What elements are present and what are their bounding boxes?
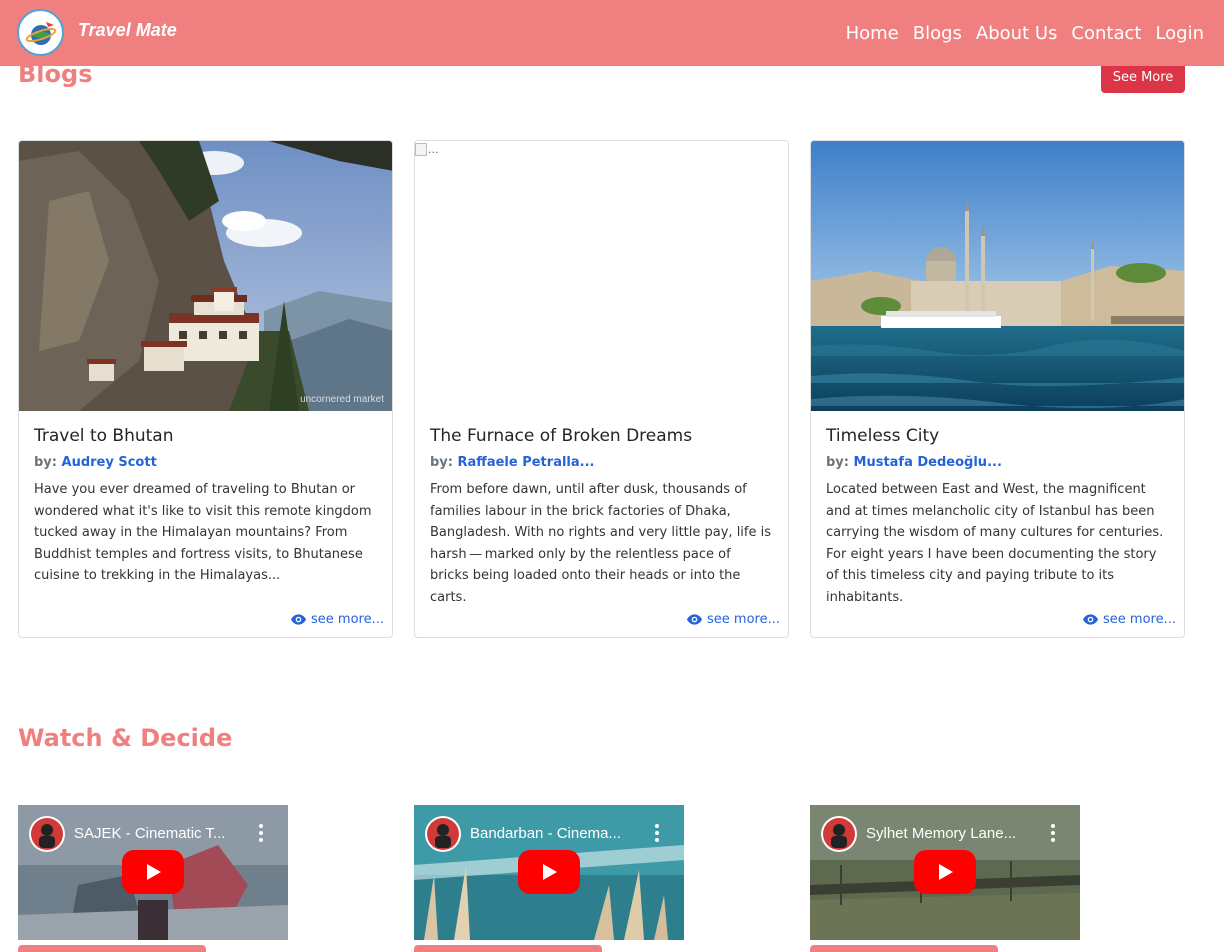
watch-heading: Watch & Decide [18,724,233,752]
broken-image-icon [415,143,427,156]
card-text: From before dawn, until after dusk, thou… [430,482,772,605]
author-prefix: by: [34,455,57,470]
video-embed-bandarban[interactable]: Bandarban - Cinema... [414,805,684,940]
nav-home[interactable]: Home [846,23,899,44]
author-link[interactable]: Raffaele Petralla... [458,455,595,470]
image-watermark: uncornered market [300,394,384,405]
nav-contact[interactable]: Contact [1071,23,1141,44]
see-more-button[interactable]: See More [1101,62,1185,93]
video-title[interactable]: Sylhet Memory Lane... [866,825,1041,842]
see-more-link[interactable]: see more... [687,612,780,627]
channel-avatar[interactable] [821,816,857,852]
youtube-play-icon[interactable] [122,850,184,894]
youtube-play-icon[interactable] [914,850,976,894]
nav-about-us[interactable]: About Us [976,23,1058,44]
kebab-menu-icon[interactable] [259,824,263,842]
channel-avatar[interactable] [29,816,65,852]
blog-card-furnace: ... The Furnace of Broken Dreams by: Raf… [414,140,789,638]
video-title[interactable]: Bandarban - Cinema... [470,825,645,842]
istanbul-image [811,141,1184,411]
card-author: by: Audrey Scott [34,455,377,470]
author-prefix: by: [826,455,849,470]
see-more-label[interactable]: see more... [1103,612,1176,627]
channel-avatar[interactable] [425,816,461,852]
image-alt-text: ... [428,143,439,156]
youtube-play-icon[interactable] [518,850,580,894]
video-action-button[interactable] [18,945,206,952]
video-action-button[interactable] [810,945,998,952]
video-embed-sylhet[interactable]: Sylhet Memory Lane... [810,805,1080,940]
card-text: Have you ever dreamed of traveling to Bh… [34,482,372,584]
card-author: by: Raffaele Petralla... [430,455,773,470]
card-title: The Furnace of Broken Dreams [430,426,693,446]
eye-icon [687,614,703,625]
blog-card-istanbul: Timeless City by: Mustafa Dedeoğlu... Lo… [810,140,1185,638]
nav-links: Home Blogs About Us Contact Login [846,0,1224,66]
nav-blogs[interactable]: Blogs [913,23,962,44]
video-embed-sajek[interactable]: SAJEK - Cinematic T... [18,805,288,940]
author-link[interactable]: Mustafa Dedeoğlu... [854,455,1002,470]
eye-icon [1083,614,1099,625]
card-author: by: Mustafa Dedeoğlu... [826,455,1169,470]
card-title: Timeless City [826,426,940,446]
nav-login[interactable]: Login [1155,23,1204,44]
see-more-label[interactable]: see more... [707,612,780,627]
bhutan-image: uncornered market [19,141,392,411]
blog-card-bhutan: uncornered market Travel to Bhutan by: A… [18,140,393,638]
kebab-menu-icon[interactable] [655,824,659,842]
kebab-menu-icon[interactable] [1051,824,1055,842]
video-title[interactable]: SAJEK - Cinematic T... [74,825,249,842]
see-more-link[interactable]: see more... [1083,612,1176,627]
eye-icon [291,614,307,625]
video-action-button[interactable] [414,945,602,952]
author-prefix: by: [430,455,453,470]
card-title: Travel to Bhutan [34,426,174,446]
broken-image: ... [415,141,788,411]
see-more-link[interactable]: see more... [291,612,384,627]
globe-logo-icon[interactable] [17,9,64,56]
see-more-label[interactable]: see more... [311,612,384,627]
brand-name[interactable]: Travel Mate [78,20,177,41]
author-link[interactable]: Audrey Scott [62,455,157,470]
navbar: Travel Mate Home Blogs About Us Contact … [0,0,1224,66]
card-text: Located between East and West, the magni… [826,482,1164,605]
